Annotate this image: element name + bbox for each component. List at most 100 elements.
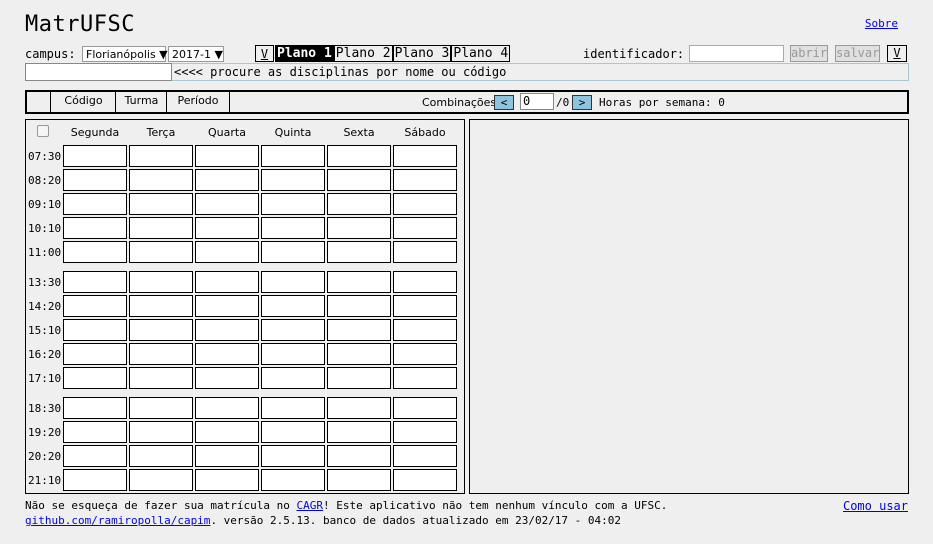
schedule-cell[interactable] <box>327 367 391 389</box>
combination-prev-button[interactable]: < <box>494 95 514 110</box>
schedule-cell[interactable] <box>129 217 193 239</box>
schedule-cell[interactable] <box>63 421 127 443</box>
schedule-cell[interactable] <box>195 145 259 167</box>
schedule-cell[interactable] <box>327 193 391 215</box>
identifier-input[interactable] <box>689 45 784 62</box>
schedule-cell[interactable] <box>195 469 259 491</box>
schedule-cell[interactable] <box>129 295 193 317</box>
schedule-cell[interactable] <box>261 217 325 239</box>
schedule-cell[interactable] <box>393 169 457 191</box>
schedule-cell[interactable] <box>63 397 127 419</box>
schedule-cell[interactable] <box>261 469 325 491</box>
schedule-cell[interactable] <box>63 343 127 365</box>
campus-select[interactable]: Florianópolis ▼ <box>82 46 168 62</box>
schedule-cell[interactable] <box>393 319 457 341</box>
schedule-cell[interactable] <box>393 193 457 215</box>
schedule-cell[interactable] <box>327 319 391 341</box>
schedule-cell[interactable] <box>195 421 259 443</box>
schedule-cell[interactable] <box>261 241 325 263</box>
schedule-cell[interactable] <box>327 217 391 239</box>
schedule-cell[interactable] <box>327 469 391 491</box>
column-class[interactable]: Turma <box>115 90 167 114</box>
schedule-cell[interactable] <box>63 295 127 317</box>
schedule-cell[interactable] <box>393 397 457 419</box>
schedule-cell[interactable] <box>393 421 457 443</box>
schedule-cell[interactable] <box>129 421 193 443</box>
tab-plan-1[interactable]: Plano 1 <box>275 45 334 62</box>
schedule-cell[interactable] <box>195 295 259 317</box>
schedule-cell[interactable] <box>129 445 193 467</box>
schedule-cell[interactable] <box>261 169 325 191</box>
schedule-cell[interactable] <box>393 469 457 491</box>
combination-input[interactable]: 0 <box>520 93 554 110</box>
schedule-cell[interactable] <box>129 367 193 389</box>
schedule-cell[interactable] <box>393 295 457 317</box>
schedule-cell[interactable] <box>393 217 457 239</box>
schedule-cell[interactable] <box>327 445 391 467</box>
schedule-cell[interactable] <box>261 145 325 167</box>
schedule-cell[interactable] <box>129 469 193 491</box>
schedule-cell[interactable] <box>327 169 391 191</box>
select-all-checkbox[interactable] <box>37 125 49 137</box>
schedule-cell[interactable] <box>393 343 457 365</box>
schedule-cell[interactable] <box>63 169 127 191</box>
schedule-cell[interactable] <box>195 319 259 341</box>
schedule-cell[interactable] <box>63 145 127 167</box>
schedule-cell[interactable] <box>393 271 457 293</box>
schedule-cell[interactable] <box>195 169 259 191</box>
schedule-cell[interactable] <box>327 145 391 167</box>
schedule-cell[interactable] <box>393 145 457 167</box>
schedule-cell[interactable] <box>195 343 259 365</box>
schedule-cell[interactable] <box>63 469 127 491</box>
schedule-cell[interactable] <box>195 271 259 293</box>
schedule-cell[interactable] <box>327 397 391 419</box>
schedule-cell[interactable] <box>195 241 259 263</box>
schedule-cell[interactable] <box>195 445 259 467</box>
schedule-cell[interactable] <box>261 367 325 389</box>
schedule-cell[interactable] <box>129 193 193 215</box>
schedule-cell[interactable] <box>195 193 259 215</box>
search-input[interactable] <box>25 63 172 81</box>
combination-next-button[interactable]: > <box>572 95 592 110</box>
schedule-cell[interactable] <box>63 367 127 389</box>
tab-plan-3[interactable]: Plano 3 <box>392 45 452 62</box>
github-link[interactable]: github.com/ramiropolla/capim <box>25 514 210 527</box>
schedule-cell[interactable] <box>393 367 457 389</box>
save-button[interactable]: salvar <box>835 45 880 62</box>
schedule-cell[interactable] <box>129 271 193 293</box>
column-period[interactable]: Período <box>166 90 230 114</box>
identifier-toggle-button[interactable]: V <box>887 45 907 62</box>
schedule-cell[interactable] <box>63 445 127 467</box>
schedule-cell[interactable] <box>129 169 193 191</box>
schedule-cell[interactable] <box>261 271 325 293</box>
schedule-cell[interactable] <box>327 271 391 293</box>
column-code[interactable]: Código <box>50 90 116 114</box>
schedule-cell[interactable] <box>129 241 193 263</box>
schedule-cell[interactable] <box>63 193 127 215</box>
schedule-cell[interactable] <box>393 241 457 263</box>
schedule-cell[interactable] <box>261 343 325 365</box>
tab-plan-2[interactable]: Plano 2 <box>333 45 393 62</box>
schedule-cell[interactable] <box>129 319 193 341</box>
tab-plan-4[interactable]: Plano 4 <box>451 45 511 62</box>
schedule-cell[interactable] <box>195 397 259 419</box>
schedule-cell[interactable] <box>261 295 325 317</box>
schedule-cell[interactable] <box>327 295 391 317</box>
schedule-cell[interactable] <box>129 397 193 419</box>
about-link[interactable]: Sobre <box>865 17 898 30</box>
schedule-cell[interactable] <box>129 343 193 365</box>
schedule-cell[interactable] <box>63 271 127 293</box>
schedule-cell[interactable] <box>261 319 325 341</box>
schedule-cell[interactable] <box>195 367 259 389</box>
schedule-cell[interactable] <box>195 217 259 239</box>
semester-select[interactable]: 2017-1 ▼ <box>168 46 224 62</box>
schedule-cell[interactable] <box>261 421 325 443</box>
schedule-cell[interactable] <box>63 319 127 341</box>
schedule-cell[interactable] <box>261 193 325 215</box>
open-button[interactable]: abrir <box>790 45 828 62</box>
schedule-cell[interactable] <box>393 445 457 467</box>
schedule-cell[interactable] <box>129 145 193 167</box>
schedule-cell[interactable] <box>327 241 391 263</box>
schedule-cell[interactable] <box>327 421 391 443</box>
plan-toggle-button[interactable]: V <box>255 45 274 62</box>
